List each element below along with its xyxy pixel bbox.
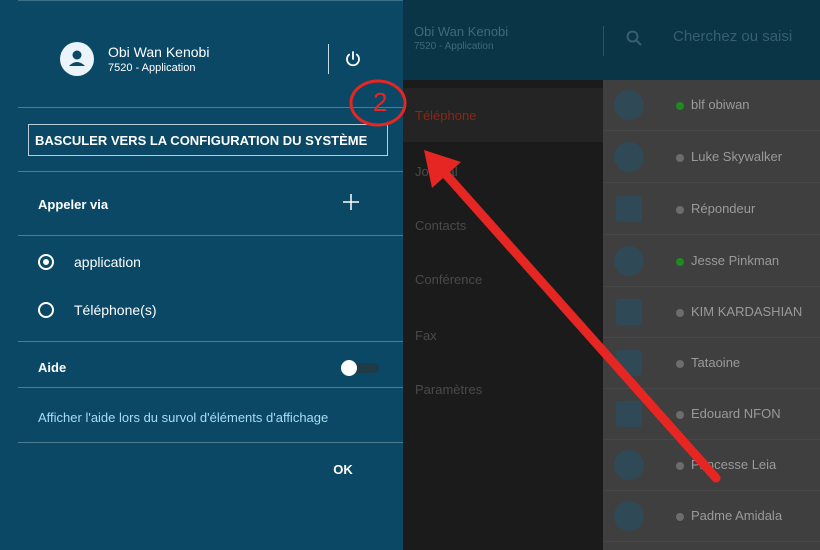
contact-list: blf obiwan Luke Skywalker Répondeur Jess… xyxy=(603,80,820,550)
main-nav: Téléphone Journal Contacts Conférence Fa… xyxy=(403,80,603,550)
contact-row[interactable]: Princesse Leia xyxy=(603,440,820,491)
phone-device-icon xyxy=(616,350,642,376)
contact-row[interactable]: Répondeur xyxy=(603,184,820,235)
search-input[interactable] xyxy=(673,28,820,45)
divider xyxy=(18,0,403,1)
status-dot xyxy=(676,411,684,419)
contact-row[interactable]: Jesse Pinkman xyxy=(603,236,820,287)
status-dot xyxy=(676,462,684,470)
radio-button[interactable] xyxy=(38,302,54,318)
divider xyxy=(18,107,403,108)
phone-device-icon xyxy=(616,299,642,325)
nav-item-contacts[interactable]: Contacts xyxy=(403,198,603,252)
contact-row[interactable]: KIM KARDASHIAN xyxy=(603,287,820,338)
contact-name: KIM KARDASHIAN xyxy=(691,304,803,319)
contact-name: Princesse Leia xyxy=(691,457,777,472)
nav-item-conference[interactable]: Conférence xyxy=(403,252,603,306)
person-icon xyxy=(614,501,644,531)
ok-button[interactable]: OK xyxy=(320,458,366,480)
divider xyxy=(18,442,403,443)
divider xyxy=(18,387,403,388)
radio-label: application xyxy=(74,254,141,270)
header-divider xyxy=(603,26,604,56)
radio-button-checked[interactable] xyxy=(38,254,54,270)
contact-name: Luke Skywalker xyxy=(691,149,783,164)
user-icon xyxy=(69,50,85,66)
help-title: Aide xyxy=(38,360,67,375)
status-dot xyxy=(676,258,684,266)
contact-row[interactable]: blf obiwan xyxy=(603,80,820,131)
power-icon[interactable] xyxy=(344,50,362,68)
contact-row[interactable]: Luke Skywalker xyxy=(603,132,820,183)
search-icon[interactable] xyxy=(626,30,642,46)
annotation-step-number: 2 xyxy=(373,87,388,117)
nav-item-telephone[interactable]: Téléphone xyxy=(403,88,603,142)
nav-item-journal[interactable]: Journal xyxy=(403,144,603,198)
contact-name: Edouard NFON xyxy=(691,406,781,421)
divider xyxy=(18,171,403,172)
divider xyxy=(18,235,403,236)
status-dot xyxy=(676,206,684,214)
contact-name: Répondeur xyxy=(691,201,756,216)
user-settings-drawer: Obi Wan Kenobi 7520 - Application BASCUL… xyxy=(0,0,403,550)
contact-name: Tataoine xyxy=(691,355,741,370)
person-icon xyxy=(614,246,644,276)
radio-option-telephones[interactable]: Téléphone(s) xyxy=(38,302,157,318)
contact-name: Jesse Pinkman xyxy=(691,253,780,268)
radio-option-application[interactable]: application xyxy=(38,254,141,270)
radio-label: Téléphone(s) xyxy=(74,302,157,318)
header-user-name: Obi Wan Kenobi xyxy=(414,24,509,39)
status-dot xyxy=(676,154,684,162)
header-user-subtitle: 7520 - Application xyxy=(414,41,494,52)
phone-device-icon xyxy=(616,401,642,427)
person-icon xyxy=(614,142,644,172)
contact-row[interactable]: Padme Amidala xyxy=(603,491,820,542)
contact-name: Padme Amidala xyxy=(691,508,783,523)
divider xyxy=(328,44,329,74)
person-icon xyxy=(614,450,644,480)
person-icon xyxy=(614,90,644,120)
help-toggle[interactable] xyxy=(341,360,379,376)
status-dot xyxy=(676,102,684,110)
contact-row[interactable]: Edouard NFON xyxy=(603,389,820,440)
help-hover-link[interactable]: Afficher l'aide lors du survol d'élément… xyxy=(38,410,328,425)
voicemail-icon xyxy=(616,196,642,222)
contact-name: blf obiwan xyxy=(691,97,750,112)
switch-to-system-config-button[interactable]: BASCULER VERS LA CONFIGURATION DU SYSTÈM… xyxy=(28,124,388,156)
toggle-knob xyxy=(341,360,357,376)
drawer-user-subtitle: 7520 - Application xyxy=(108,62,196,74)
status-dot xyxy=(676,309,684,317)
user-avatar xyxy=(60,42,94,76)
status-dot xyxy=(676,360,684,368)
nav-item-parametres[interactable]: Paramètres xyxy=(403,362,603,416)
contact-row[interactable]: Tataoine xyxy=(603,338,820,389)
nav-item-fax[interactable]: Fax xyxy=(403,308,603,362)
status-dot xyxy=(676,513,684,521)
call-via-title: Appeler via xyxy=(38,197,109,212)
drawer-user-name: Obi Wan Kenobi xyxy=(108,44,210,60)
add-icon[interactable] xyxy=(342,193,360,211)
divider xyxy=(18,341,403,342)
